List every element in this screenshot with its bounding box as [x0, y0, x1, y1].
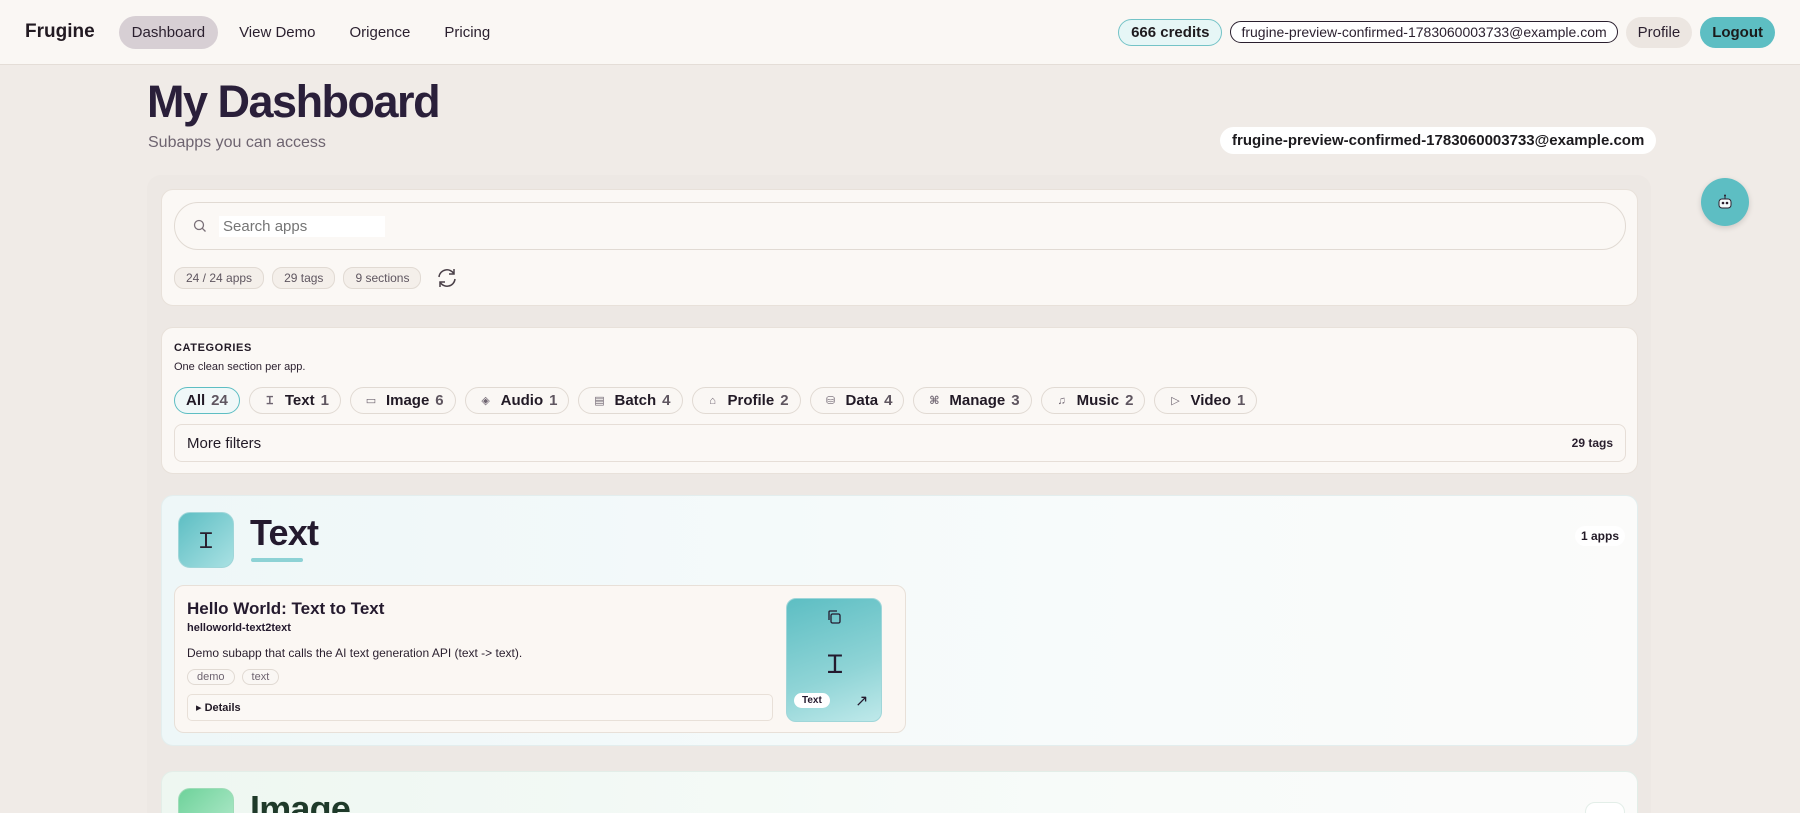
app-thumbnail[interactable]: Ɪ Text ↗	[786, 598, 882, 722]
music-icon: ♫	[1057, 394, 1066, 407]
text-icon: Ɪ	[827, 649, 843, 679]
apps-count-stat: 24 / 24 apps	[174, 267, 265, 289]
section-image: Image	[161, 771, 1638, 813]
category-chip-count: 4	[662, 392, 671, 409]
manage-icon: ⌘	[929, 395, 940, 407]
assistant-bot-button[interactable]	[1701, 178, 1749, 226]
app-description: Demo subapp that calls the AI text gener…	[187, 646, 523, 660]
category-chip-count: 2	[1125, 392, 1134, 409]
text-section-icon: Ɪ	[178, 512, 234, 568]
refresh-icon[interactable]	[435, 266, 459, 290]
app-slug: helloworld-text2text	[187, 622, 291, 634]
categories-subtitle: One clean section per app.	[174, 361, 306, 373]
category-chip-count: 6	[435, 392, 444, 409]
logout-button[interactable]: Logout	[1700, 16, 1775, 48]
app-tag[interactable]: demo	[187, 669, 235, 685]
app-details-toggle[interactable]: ▸ Details	[187, 694, 773, 721]
category-chip-label: Profile	[727, 392, 775, 409]
category-chip-audio[interactable]: ◈ Audio 1	[464, 387, 570, 414]
category-chip-count: 1	[1237, 392, 1246, 409]
search-input[interactable]	[219, 215, 385, 237]
category-chip-label: All	[186, 392, 206, 409]
profile-icon: ⌂	[709, 394, 716, 407]
nav-dashboard[interactable]: Dashboard	[118, 15, 219, 49]
more-filters-label: More filters	[187, 434, 262, 452]
image-section-icon	[178, 788, 234, 813]
section-title: Image	[250, 788, 351, 813]
app-tags: demo text	[187, 669, 280, 685]
categories-card: CATEGORIES One clean section per app. Al…	[161, 327, 1638, 474]
account-email-pill[interactable]: frugine-preview-confirmed-1783060003733@…	[1230, 21, 1618, 43]
section-title-underline	[251, 558, 303, 562]
nav-view-demo[interactable]: View Demo	[226, 16, 328, 49]
search-icon	[193, 219, 206, 232]
top-navbar: Frugine Dashboard View Demo Origence Pri…	[0, 0, 1800, 65]
app-tag[interactable]: text	[241, 669, 280, 685]
category-chip-count: 2	[780, 392, 789, 409]
video-icon: ▷	[1171, 395, 1180, 407]
robot-icon	[1718, 194, 1732, 209]
category-chip-label: Manage	[949, 392, 1006, 409]
category-chip-count: 3	[1011, 392, 1020, 409]
page-subtitle: Subapps you can access	[148, 134, 326, 151]
image-icon: ▭	[365, 395, 377, 407]
category-chip-label: Text	[284, 392, 315, 409]
category-chip-text[interactable]: Ɪ Text 1	[248, 387, 341, 414]
database-icon: ⛁	[825, 395, 836, 407]
section-text: Ɪ Text 1 apps Hello World: Text to Text …	[161, 495, 1638, 746]
brand-logo[interactable]: Frugine	[25, 21, 95, 43]
category-chip-manage[interactable]: ⌘ Manage 3	[913, 387, 1032, 414]
copy-icon[interactable]	[826, 609, 842, 625]
user-email-chip: frugine-preview-confirmed-1783060003733@…	[1220, 127, 1657, 154]
category-chip-count: 24	[211, 392, 228, 409]
categories-heading: CATEGORIES	[174, 342, 252, 354]
category-chip-label: Image	[385, 392, 430, 409]
category-chip-batch[interactable]: ▤ Batch 4	[578, 387, 683, 414]
category-chip-label: Batch	[614, 392, 657, 409]
sections-count-stat: 9 sections	[343, 267, 422, 289]
category-chip-all[interactable]: All 24	[174, 387, 240, 414]
category-chip-label: Music	[1076, 392, 1120, 409]
batch-icon: ▤	[594, 395, 605, 407]
app-title[interactable]: Hello World: Text to Text	[187, 599, 384, 619]
category-chip-image[interactable]: ▭ Image 6	[349, 387, 456, 414]
profile-button[interactable]: Profile	[1625, 16, 1693, 48]
search-box[interactable]	[174, 202, 1626, 250]
category-chip-video[interactable]: ▷ Video 1	[1154, 387, 1258, 414]
category-chip-music[interactable]: ♫ Music 2	[1040, 387, 1146, 414]
category-chip-data[interactable]: ⛁ Data 4	[809, 387, 905, 414]
text-icon: Ɪ	[266, 395, 273, 407]
nav-pricing[interactable]: Pricing	[431, 16, 503, 49]
category-chip-label: Data	[845, 392, 879, 409]
nav-right-group: 666 credits frugine-preview-confirmed-17…	[1118, 16, 1775, 48]
section-title: Text	[250, 512, 319, 553]
category-chip-label: Audio	[500, 392, 544, 409]
credits-badge[interactable]: 666 credits	[1118, 18, 1223, 46]
tags-count-stat: 29 tags	[272, 267, 336, 289]
search-stats: 24 / 24 apps 29 tags 9 sections	[174, 266, 459, 290]
section-app-count	[1585, 802, 1625, 813]
section-app-count: 1 apps	[1574, 526, 1625, 546]
thumbnail-category-tag: Text	[794, 693, 830, 708]
category-chip-count: 4	[884, 392, 893, 409]
app-card-helloworld-text2text[interactable]: Hello World: Text to Text helloworld-tex…	[174, 585, 906, 733]
category-chip-count: 1	[549, 392, 558, 409]
more-filters-toggle[interactable]: More filters 29 tags	[174, 424, 1626, 462]
page-title: My Dashboard	[147, 76, 441, 127]
nav-origence[interactable]: Origence	[336, 16, 423, 49]
more-filters-tag-count: 29 tags	[1571, 436, 1613, 450]
category-chip-label: Video	[1190, 392, 1232, 409]
category-chip-profile[interactable]: ⌂ Profile 2	[691, 387, 801, 414]
audio-icon: ◈	[481, 395, 490, 407]
open-arrow-icon[interactable]: ↗	[855, 691, 868, 711]
search-card: 24 / 24 apps 29 tags 9 sections	[161, 189, 1638, 306]
category-chip-row: All 24 Ɪ Text 1 ▭ Image 6 ◈ Audio 1 ▤ Ba…	[174, 387, 1258, 414]
category-chip-count: 1	[320, 392, 329, 409]
